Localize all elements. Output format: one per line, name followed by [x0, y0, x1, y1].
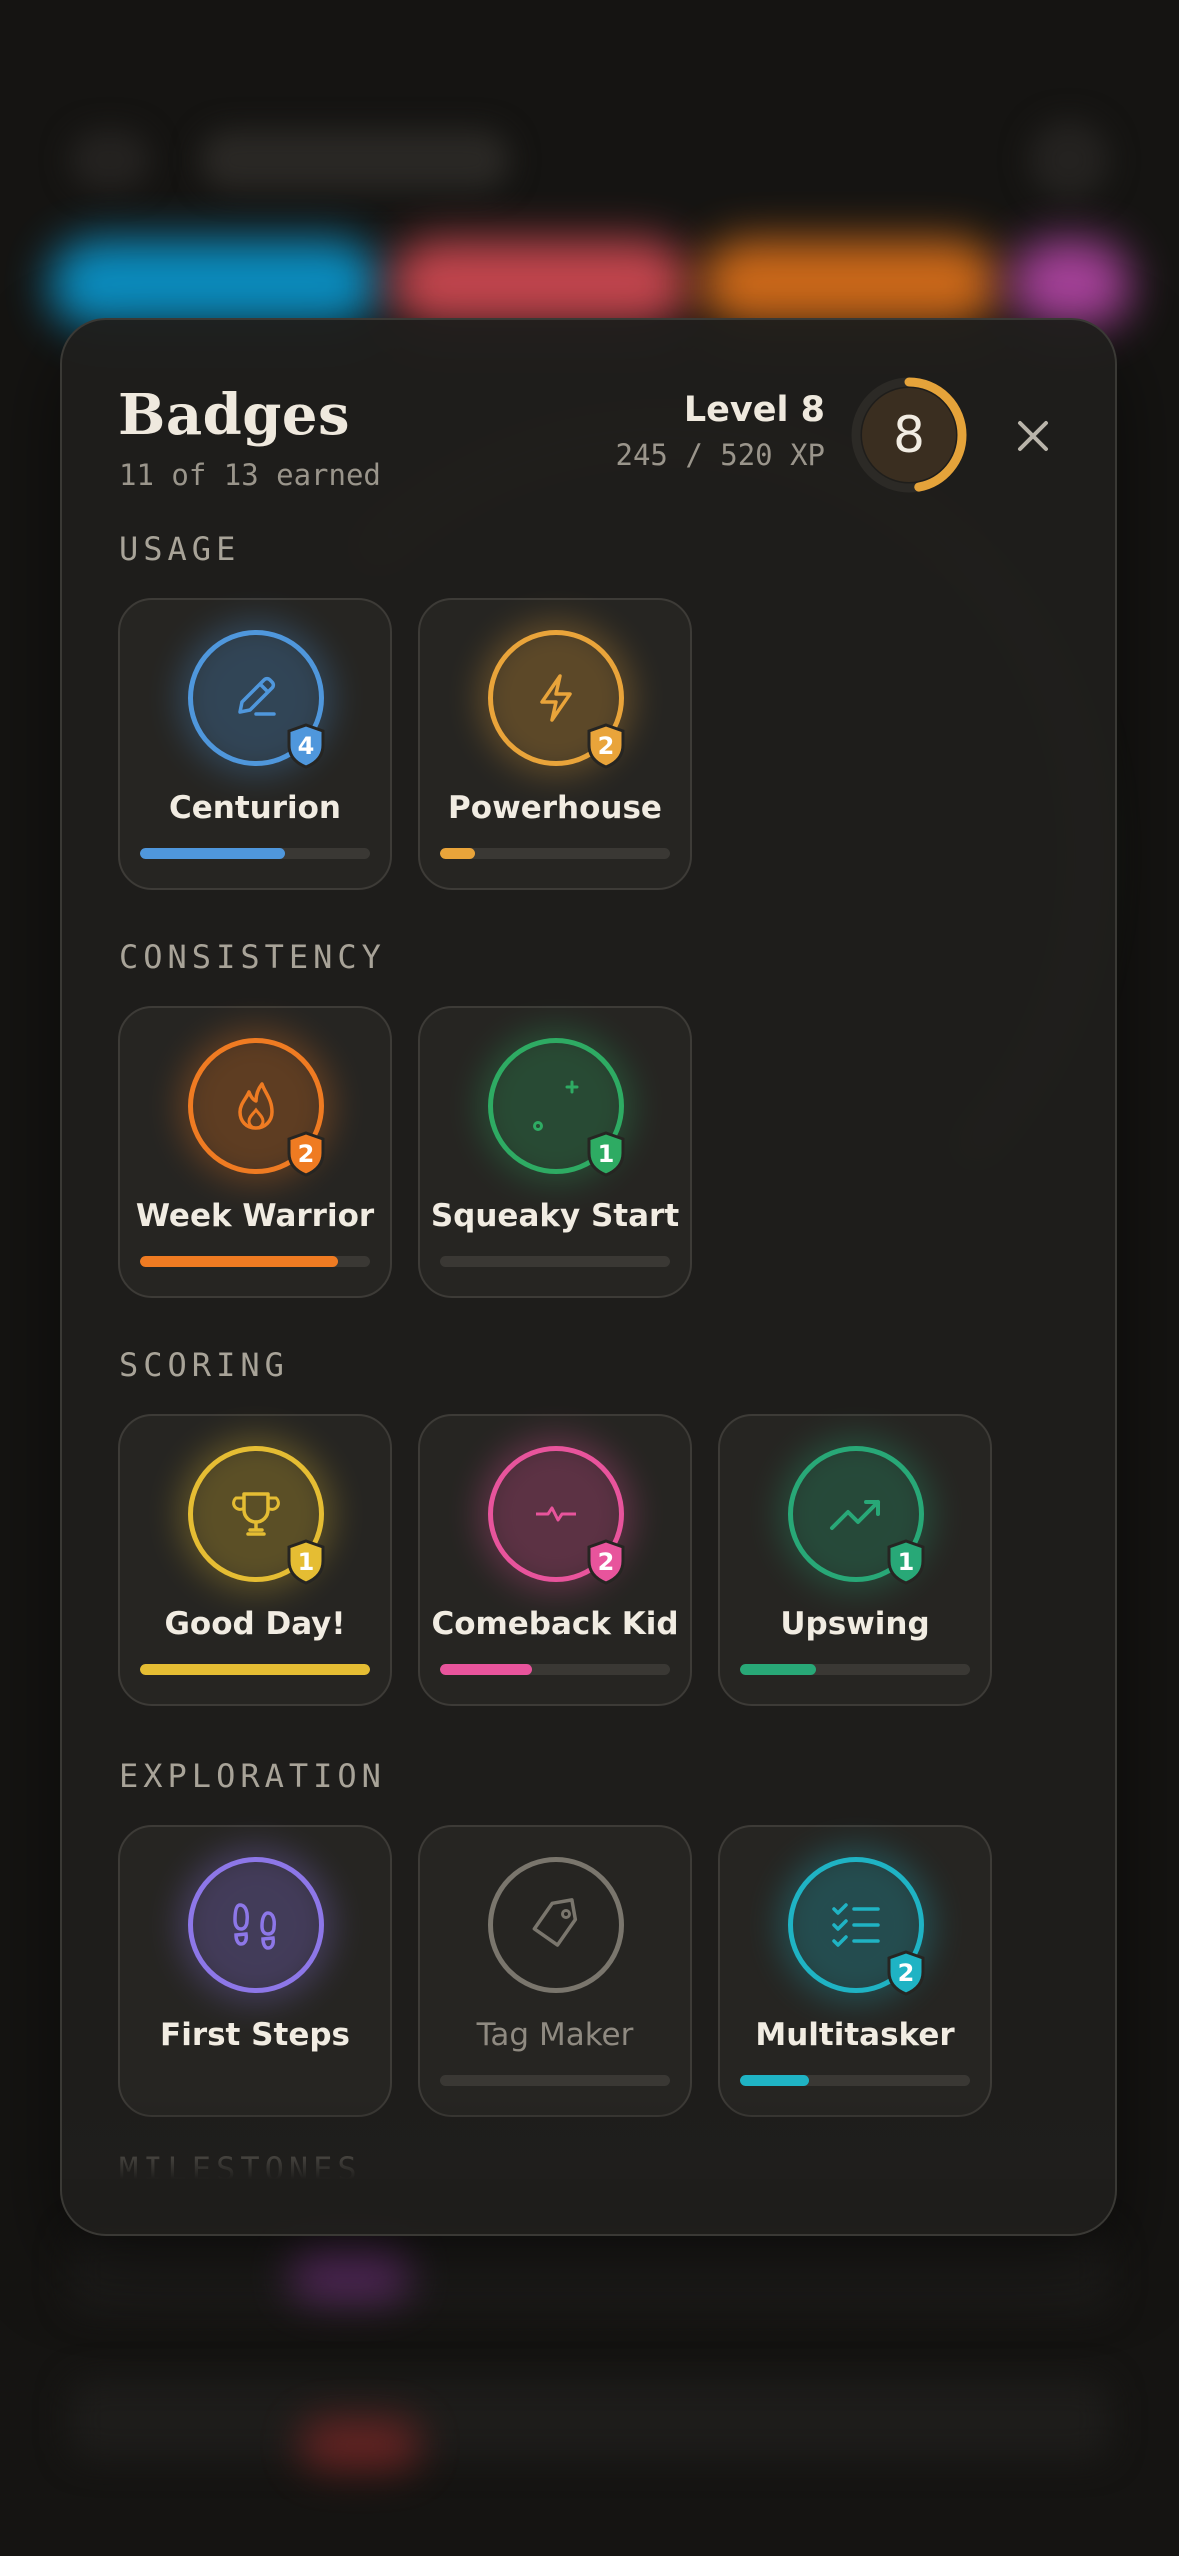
badges-modal: Badges 11 of 13 earned Level 8 245 / 520… [60, 318, 1117, 2236]
xp-text: 245 / 520 XP [615, 438, 825, 472]
badge-card[interactable]: First Steps [118, 1825, 392, 2117]
badge-card[interactable]: 2 Week Warrior [118, 1006, 392, 1298]
badge-card[interactable]: 2 Comeback Kid [418, 1414, 692, 1706]
badge-progress-track [140, 848, 370, 859]
background-pill [50, 240, 380, 330]
badge-progress-fill [440, 848, 475, 859]
tier-number: 1 [597, 1140, 615, 1168]
badge-progress-fill [140, 1256, 338, 1267]
badge-card[interactable]: 2 Powerhouse [418, 598, 692, 890]
modal-title: Badges [118, 382, 351, 448]
trending-up-icon [830, 1500, 880, 1530]
section-title: SCORING [119, 1346, 289, 1384]
pencil-icon [238, 676, 276, 716]
badge-emblem: 4 [178, 620, 334, 776]
tag-icon [532, 1898, 578, 1947]
badge-progress-track [440, 2075, 670, 2086]
scroll-fade [62, 2099, 1115, 2179]
badge-emblem: 2 [478, 1436, 634, 1592]
badge-card[interactable]: 1 Squeaky Start [418, 1006, 692, 1298]
badge-emblem [488, 1857, 624, 1993]
badge-name: First Steps [160, 2017, 350, 2053]
badge-card[interactable]: 2 Multitasker [718, 1825, 992, 2117]
tier-number: 2 [297, 1140, 315, 1168]
background-title [200, 130, 510, 190]
tier-number: 2 [897, 1959, 915, 1987]
tier-number: 2 [597, 1548, 615, 1576]
background-profile-button [1029, 120, 1109, 200]
checklist-icon [832, 1903, 880, 1947]
background-pill [390, 240, 690, 330]
badge-progress-track [440, 848, 670, 859]
badge-progress-track [740, 2075, 970, 2086]
badge-name: Centurion [168, 790, 341, 826]
badge-progress-fill [740, 2075, 809, 2086]
tier-number: 1 [297, 1548, 315, 1576]
tier-number: 2 [597, 732, 615, 760]
badge-name: Week Warrior [135, 1198, 375, 1234]
badge-emblem: 1 [478, 1028, 634, 1184]
background-row [70, 2230, 1110, 2310]
background-blob [300, 2420, 420, 2470]
level-number: 8 [893, 406, 925, 464]
lightning-icon [540, 674, 572, 722]
background-menu-button [70, 130, 150, 190]
badge-progress-track [740, 1664, 970, 1675]
section-title: USAGE [119, 530, 241, 568]
footprints-icon [233, 1903, 276, 1950]
badge-name: Upswing [780, 1606, 930, 1642]
badge-emblem: 2 [778, 1847, 934, 2003]
badge-name: Comeback Kid [431, 1606, 679, 1642]
background-pill [1010, 240, 1130, 330]
background-pill [700, 240, 1000, 330]
badge-card[interactable]: Tag Maker [418, 1825, 692, 2117]
badge-name: Powerhouse [448, 790, 662, 826]
badge-progress-track [140, 1664, 370, 1675]
badge-progress-track [440, 1256, 670, 1267]
background-blob [290, 2250, 410, 2300]
tier-number: 1 [897, 1548, 915, 1576]
badge-progress-fill [140, 848, 285, 859]
sparkle-icon [533, 1080, 579, 1131]
badge-progress-track [440, 1664, 670, 1675]
background-row [70, 2380, 1110, 2460]
badge-name: Squeaky Start [430, 1198, 680, 1234]
trophy-icon [232, 1492, 280, 1536]
badge-card[interactable]: 1 Upswing [718, 1414, 992, 1706]
flame-icon [238, 1082, 274, 1130]
badge-name: Tag Maker [476, 2017, 634, 2053]
level-label: Level 8 [683, 390, 825, 430]
badges-list[interactable]: USAGE 4 Centurion 2 Powerhouse CONSISTENCY 2 We… [118, 530, 1115, 2179]
section-title: EXPLORATION [119, 1757, 386, 1795]
badge-emblem [178, 1847, 334, 2003]
badge-progress-fill [140, 1664, 370, 1675]
heart-pulse-icon [536, 1506, 576, 1522]
badge-card[interactable]: 1 Good Day! [118, 1414, 392, 1706]
badge-progress-fill [440, 1664, 532, 1675]
tier-number: 4 [297, 732, 315, 760]
badge-card[interactable]: 4 Centurion [118, 598, 392, 890]
section-title: CONSISTENCY [119, 938, 386, 976]
badge-progress-fill [740, 1664, 816, 1675]
badge-name: Multitasker [755, 2017, 955, 2053]
badge-name: Good Day! [164, 1606, 346, 1642]
badge-progress-track [140, 1256, 370, 1267]
close-icon[interactable] [1002, 405, 1064, 467]
badge-emblem: 1 [778, 1436, 934, 1592]
badge-emblem: 1 [178, 1436, 334, 1592]
earned-count: 11 of 13 earned [119, 458, 381, 492]
badge-emblem: 2 [478, 620, 634, 776]
badge-emblem: 2 [178, 1028, 334, 1184]
